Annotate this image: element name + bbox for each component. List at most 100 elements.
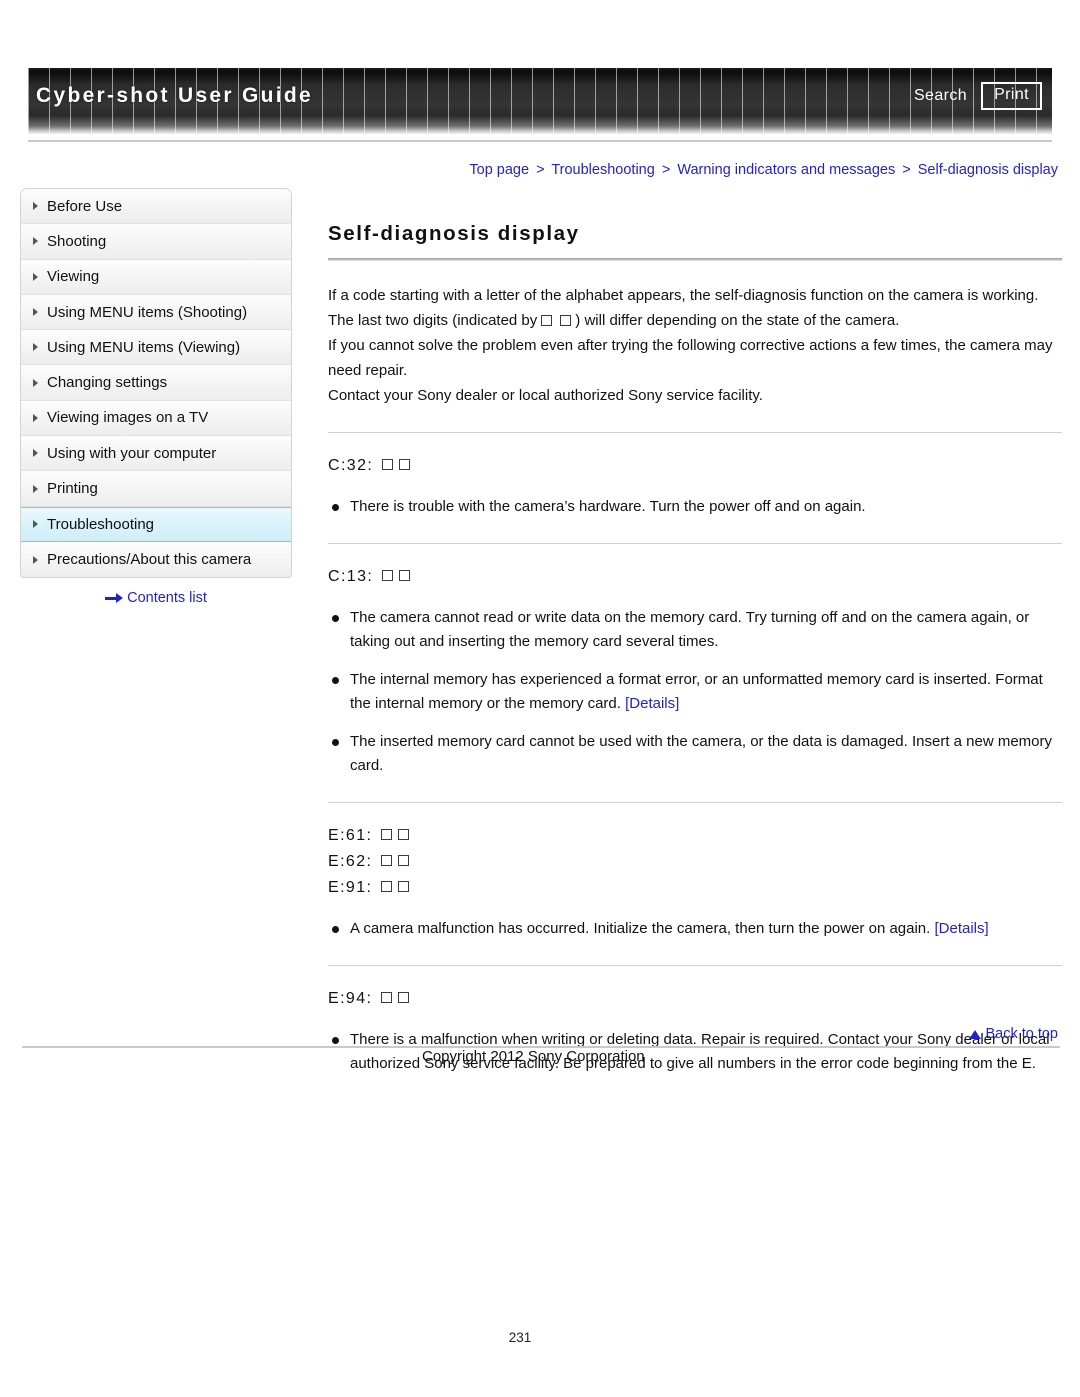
error-code-heading: C:32: [328, 453, 1062, 479]
placeholder-box-icon [382, 570, 394, 581]
bullet-item: There is trouble with the camera’s hardw… [328, 495, 1062, 519]
chevron-right-icon [33, 378, 38, 387]
error-code-label: E:94: [328, 990, 373, 1007]
error-code-sections: C:32: There is trouble with the camera’s… [328, 432, 1062, 1076]
page-number-value: 231 [508, 1330, 532, 1345]
placeholder-box-icon [381, 829, 393, 840]
triangle-up-icon [969, 1029, 982, 1039]
placeholder-box-icon [381, 881, 393, 892]
bullet-list: A camera malfunction has occurred. Initi… [328, 917, 1062, 941]
bullet-text: The internal memory has experienced a fo… [350, 671, 1043, 712]
intro-paragraph-2: If you cannot solve the problem even aft… [328, 337, 1053, 379]
back-to-top-label: Back to top [985, 1026, 1058, 1042]
app-header: Cyber-shot User Guide Search Print [28, 68, 1052, 134]
error-code-label: E:62: [328, 853, 373, 870]
breadcrumb-item-warning-indicators[interactable]: Warning indicators and messages [677, 162, 895, 178]
placeholder-box-icon [399, 570, 411, 581]
sidebar-item-label: Troubleshooting [47, 515, 155, 533]
error-code-label: E:91: [328, 879, 373, 896]
error-code-label: C:13: [328, 568, 374, 585]
sidebar-item-label: Shooting [47, 232, 107, 250]
copyright-text: Copyright 2012 Sony Corporation [422, 1048, 645, 1065]
sidebar-item-label: Viewing images on a TV [47, 409, 209, 427]
chevron-right-icon [33, 520, 38, 529]
arrow-right-icon [105, 593, 124, 603]
sidebar-item-label: Printing [47, 480, 98, 498]
breadcrumb-item-self-diagnosis-display[interactable]: Self-diagnosis display [918, 162, 1058, 178]
header-banner: Cyber-shot User Guide Search Print [28, 68, 1052, 134]
sidebar-item-using-menu-items-shooting[interactable]: Using MENU items (Shooting) [21, 294, 291, 331]
section-divider [328, 802, 1062, 803]
header-divider [28, 140, 1052, 142]
error-code-heading: E:62: [328, 849, 1062, 875]
bullet-text: There is trouble with the camera’s hardw… [350, 498, 866, 515]
breadcrumb-separator: > [536, 162, 545, 178]
print-button[interactable]: Print [981, 82, 1042, 110]
sidebar-item-label: Viewing [47, 268, 100, 286]
sidebar-item-label: Changing settings [47, 374, 168, 392]
chevron-right-icon [33, 308, 38, 317]
sidebar-item-shooting[interactable]: Shooting [21, 224, 291, 260]
chevron-right-icon [33, 237, 38, 246]
section-divider [328, 432, 1062, 433]
error-code-heading: E:94: [328, 986, 1062, 1012]
sidebar-item-viewing-images-on-a-tv[interactable]: Viewing images on a TV [21, 400, 291, 437]
bullet-text: The inserted memory card cannot be used … [350, 733, 1053, 774]
sidebar-item-troubleshooting[interactable]: Troubleshooting [21, 506, 291, 542]
intro-text-1b: ) will differ depending on the state of … [575, 312, 900, 329]
sidebar-item-changing-settings[interactable]: Changing settings [21, 365, 291, 401]
header-actions: Search Print [914, 82, 1042, 110]
error-code-heading: E:91: [328, 875, 1062, 901]
breadcrumb-item-top-page[interactable]: Top page [469, 162, 529, 178]
placeholder-box-icon [398, 881, 410, 892]
chevron-right-icon [33, 484, 38, 493]
placeholder-box-icon [398, 855, 410, 866]
error-code-heading: C:13: [328, 564, 1062, 590]
contents-list-row: Contents list [20, 590, 292, 606]
bullet-item: The internal memory has experienced a fo… [328, 668, 1062, 716]
placeholder-box-icon [398, 829, 410, 840]
section-divider [328, 543, 1062, 544]
placeholder-box-icon [541, 315, 553, 326]
section-divider [328, 965, 1062, 966]
back-to-top-link[interactable]: Back to top [969, 1026, 1058, 1042]
placeholder-box-icon [381, 855, 393, 866]
sidebar-item-label: Using MENU items (Shooting) [47, 303, 248, 321]
breadcrumb-separator: > [902, 162, 911, 178]
sidebar-item-before-use[interactable]: Before Use [21, 189, 291, 225]
error-code-label: E:61: [328, 827, 373, 844]
placeholder-box-icon [398, 992, 410, 1003]
chevron-right-icon [33, 413, 38, 422]
bullet-text: The camera cannot read or write data on … [350, 609, 1030, 650]
bullet-list: There is trouble with the camera’s hardw… [328, 495, 1062, 519]
app-title: Cyber-shot User Guide [36, 84, 314, 107]
sidebar-item-label: Using MENU items (Viewing) [47, 338, 241, 356]
search-link[interactable]: Search [914, 87, 967, 105]
contents-list-link[interactable]: Contents list [105, 590, 207, 606]
sidebar-item-using-with-your-computer[interactable]: Using with your computer [21, 436, 291, 472]
page-title: Self-diagnosis display [328, 222, 580, 245]
page-number: 231 [0, 1330, 1080, 1345]
placeholder-box-icon [382, 459, 394, 470]
details-link[interactable]: [Details] [935, 920, 989, 937]
placeholder-box-icon [399, 459, 411, 470]
placeholder-box-icon [560, 315, 572, 326]
placeholder-box-icon [381, 992, 393, 1003]
sidebar-item-viewing[interactable]: Viewing [21, 259, 291, 295]
contents-list-label: Contents list [127, 590, 207, 606]
chevron-right-icon [33, 555, 38, 564]
chevron-right-icon [33, 343, 38, 352]
bullet-item: The inserted memory card cannot be used … [328, 730, 1062, 778]
breadcrumb-separator: > [661, 162, 671, 178]
sidebar-item-label: Precautions/About this camera [47, 551, 252, 569]
bullet-item: The camera cannot read or write data on … [328, 606, 1062, 654]
sidebar-item-precautions-about-this-camera[interactable]: Precautions/About this camera [21, 541, 291, 578]
sidebar-item-label: Before Use [47, 197, 123, 215]
breadcrumb-item-troubleshooting[interactable]: Troubleshooting [551, 162, 654, 178]
sidebar-item-using-menu-items-viewing[interactable]: Using MENU items (Viewing) [21, 330, 291, 366]
sidebar-item-label: Using with your computer [47, 444, 217, 462]
sidebar-item-printing[interactable]: Printing [21, 471, 291, 507]
details-link[interactable]: [Details] [625, 695, 679, 712]
chevron-right-icon [33, 202, 38, 211]
breadcrumb: Top page > Troubleshooting > Warning ind… [469, 162, 1058, 178]
